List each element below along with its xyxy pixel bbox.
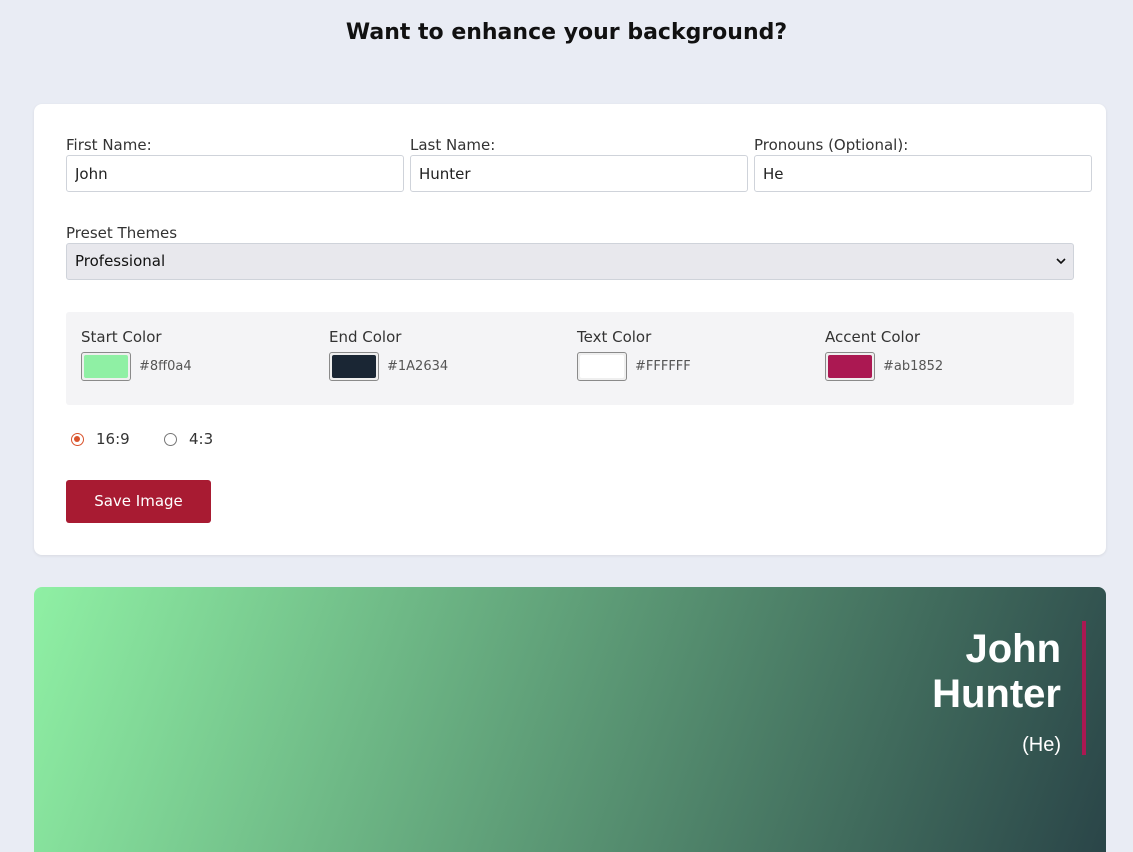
text-color-picker[interactable] [577, 352, 627, 381]
aspect-16-9-label: 16:9 [96, 430, 130, 448]
text-color-label: Text Color [577, 328, 652, 346]
preview-name: John Hunter [932, 627, 1061, 717]
save-image-button[interactable]: Save Image [66, 480, 211, 523]
aspect-4-3-option[interactable]: 4:3 [164, 430, 213, 448]
preview-last-name: Hunter [932, 672, 1061, 716]
end-color-picker[interactable] [329, 352, 379, 381]
pronouns-label: Pronouns (Optional): [754, 136, 909, 154]
text-color-group: Text Color #FFFFFF [577, 328, 817, 381]
preset-themes-select[interactable]: Professional [66, 243, 1074, 280]
accent-color-group: Accent Color #ab1852 [825, 328, 1065, 381]
preview-pronouns: (He) [1022, 734, 1061, 756]
start-color-label: Start Color [81, 328, 162, 346]
last-name-input[interactable] [410, 155, 748, 192]
chevron-down-icon [1055, 244, 1067, 293]
color-settings-panel: Start Color #8ff0a4 End Color #1A2634 Te… [66, 312, 1074, 405]
preset-themes-label: Preset Themes [66, 224, 178, 242]
first-name-label: First Name: [66, 136, 152, 154]
accent-color-picker[interactable] [825, 352, 875, 381]
accent-color-hex: #ab1852 [883, 359, 944, 374]
preview-first-name: John [965, 627, 1061, 671]
aspect-16-9-option[interactable]: 16:9 [71, 430, 130, 448]
radio-checked-icon[interactable] [71, 433, 84, 446]
end-color-group: End Color #1A2634 [329, 328, 569, 381]
pronouns-input[interactable] [754, 155, 1092, 192]
text-color-hex: #FFFFFF [635, 359, 691, 374]
first-name-input[interactable] [66, 155, 404, 192]
background-preview: John Hunter (He) [34, 587, 1106, 852]
page-title: Want to enhance your background? [345, 20, 788, 45]
start-color-picker[interactable] [81, 352, 131, 381]
end-color-hex: #1A2634 [387, 359, 449, 374]
aspect-4-3-label: 4:3 [189, 430, 214, 448]
start-color-group: Start Color #8ff0a4 [81, 328, 321, 381]
start-color-hex: #8ff0a4 [139, 359, 192, 374]
radio-unchecked-icon[interactable] [164, 433, 177, 446]
settings-form: First Name: Last Name: Pronouns (Optiona… [34, 104, 1106, 555]
end-color-label: End Color [329, 328, 402, 346]
preview-accent-bar [1082, 621, 1086, 755]
accent-color-label: Accent Color [825, 328, 921, 346]
last-name-label: Last Name: [410, 136, 496, 154]
preset-themes-value: Professional [75, 252, 166, 270]
